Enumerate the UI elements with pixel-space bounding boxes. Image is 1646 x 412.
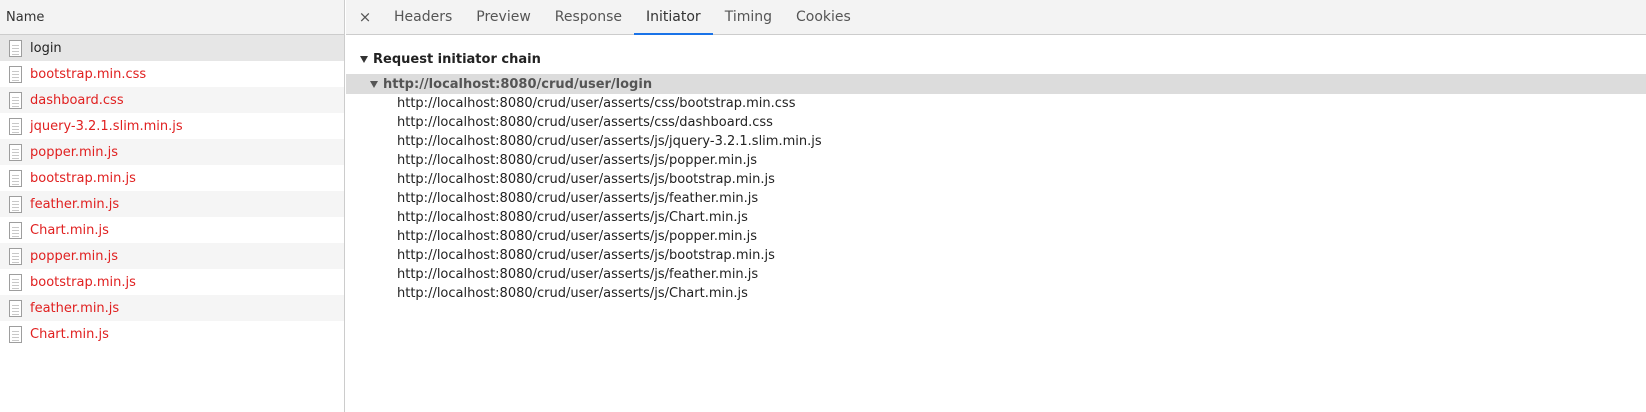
tab-headers[interactable]: Headers <box>382 0 464 34</box>
initiator-child-url[interactable]: http://localhost:8080/crud/user/asserts/… <box>346 170 1646 189</box>
request-row[interactable]: bootstrap.min.css <box>0 61 344 87</box>
close-icon[interactable]: × <box>354 0 376 34</box>
request-name: bootstrap.min.js <box>30 274 136 290</box>
root-url: http://localhost:8080/crud/user/login <box>383 76 653 92</box>
file-icon <box>9 221 22 239</box>
file-icon <box>9 247 22 265</box>
name-column-header[interactable]: Name <box>0 0 344 35</box>
triangle-down-icon <box>370 80 378 88</box>
request-name: feather.min.js <box>30 196 120 212</box>
initiator-content: Request initiator chain http://localhost… <box>346 35 1646 303</box>
request-name: Chart.min.js <box>30 326 109 342</box>
request-name: login <box>30 40 62 56</box>
initiator-child-url[interactable]: http://localhost:8080/crud/user/asserts/… <box>346 94 1646 113</box>
file-icon <box>9 325 22 343</box>
request-row[interactable]: jquery-3.2.1.slim.min.js <box>0 113 344 139</box>
request-name: bootstrap.min.css <box>30 66 147 82</box>
request-row[interactable]: Chart.min.js <box>0 321 344 347</box>
tab-timing[interactable]: Timing <box>713 0 784 34</box>
file-icon <box>9 299 22 317</box>
file-icon <box>9 169 22 187</box>
initiator-child-url[interactable]: http://localhost:8080/crud/user/asserts/… <box>346 284 1646 303</box>
request-name: popper.min.js <box>30 248 119 264</box>
request-row[interactable]: feather.min.js <box>0 191 344 217</box>
request-row[interactable]: feather.min.js <box>0 295 344 321</box>
initiator-child-url[interactable]: http://localhost:8080/crud/user/asserts/… <box>346 132 1646 151</box>
initiator-child-url[interactable]: http://localhost:8080/crud/user/asserts/… <box>346 189 1646 208</box>
request-name: feather.min.js <box>30 300 120 316</box>
request-row[interactable]: bootstrap.min.js <box>0 165 344 191</box>
tab-cookies[interactable]: Cookies <box>784 0 863 34</box>
file-icon <box>9 195 22 213</box>
section-title: Request initiator chain <box>373 51 541 67</box>
initiator-child-url[interactable]: http://localhost:8080/crud/user/asserts/… <box>346 208 1646 227</box>
file-icon <box>9 117 22 135</box>
request-row[interactable]: popper.min.js <box>0 139 344 165</box>
request-row[interactable]: popper.min.js <box>0 243 344 269</box>
request-row[interactable]: bootstrap.min.js <box>0 269 344 295</box>
initiator-child-url[interactable]: http://localhost:8080/crud/user/asserts/… <box>346 113 1646 132</box>
file-icon <box>9 143 22 161</box>
initiator-child-url[interactable]: http://localhost:8080/crud/user/asserts/… <box>346 265 1646 284</box>
tab-preview[interactable]: Preview <box>464 0 543 34</box>
file-icon <box>9 273 22 291</box>
detail-tabbar: × Headers Preview Response Initiator Tim… <box>346 0 1646 35</box>
request-name: Chart.min.js <box>30 222 109 238</box>
request-detail-panel: × Headers Preview Response Initiator Tim… <box>346 0 1646 412</box>
request-list: login bootstrap.min.css dashboard.css jq… <box>0 35 344 347</box>
initiator-children: http://localhost:8080/crud/user/asserts/… <box>346 94 1646 303</box>
initiator-chain-header[interactable]: Request initiator chain <box>346 49 1646 69</box>
request-row[interactable]: dashboard.css <box>0 87 344 113</box>
file-icon <box>9 91 22 109</box>
request-list-panel: Name login bootstrap.min.css dashboard.c… <box>0 0 345 412</box>
file-icon <box>9 39 22 57</box>
initiator-child-url[interactable]: http://localhost:8080/crud/user/asserts/… <box>346 246 1646 265</box>
tab-response[interactable]: Response <box>543 0 634 34</box>
triangle-down-icon <box>360 55 368 63</box>
request-row[interactable]: login <box>0 35 344 61</box>
initiator-child-url[interactable]: http://localhost:8080/crud/user/asserts/… <box>346 151 1646 170</box>
file-icon <box>9 65 22 83</box>
initiator-child-url[interactable]: http://localhost:8080/crud/user/asserts/… <box>346 227 1646 246</box>
request-name: popper.min.js <box>30 144 119 160</box>
tab-initiator[interactable]: Initiator <box>634 0 713 35</box>
initiator-root-row[interactable]: http://localhost:8080/crud/user/login <box>346 74 1646 94</box>
request-name: bootstrap.min.js <box>30 170 136 186</box>
request-name: jquery-3.2.1.slim.min.js <box>30 118 183 134</box>
request-row[interactable]: Chart.min.js <box>0 217 344 243</box>
request-name: dashboard.css <box>30 92 124 108</box>
